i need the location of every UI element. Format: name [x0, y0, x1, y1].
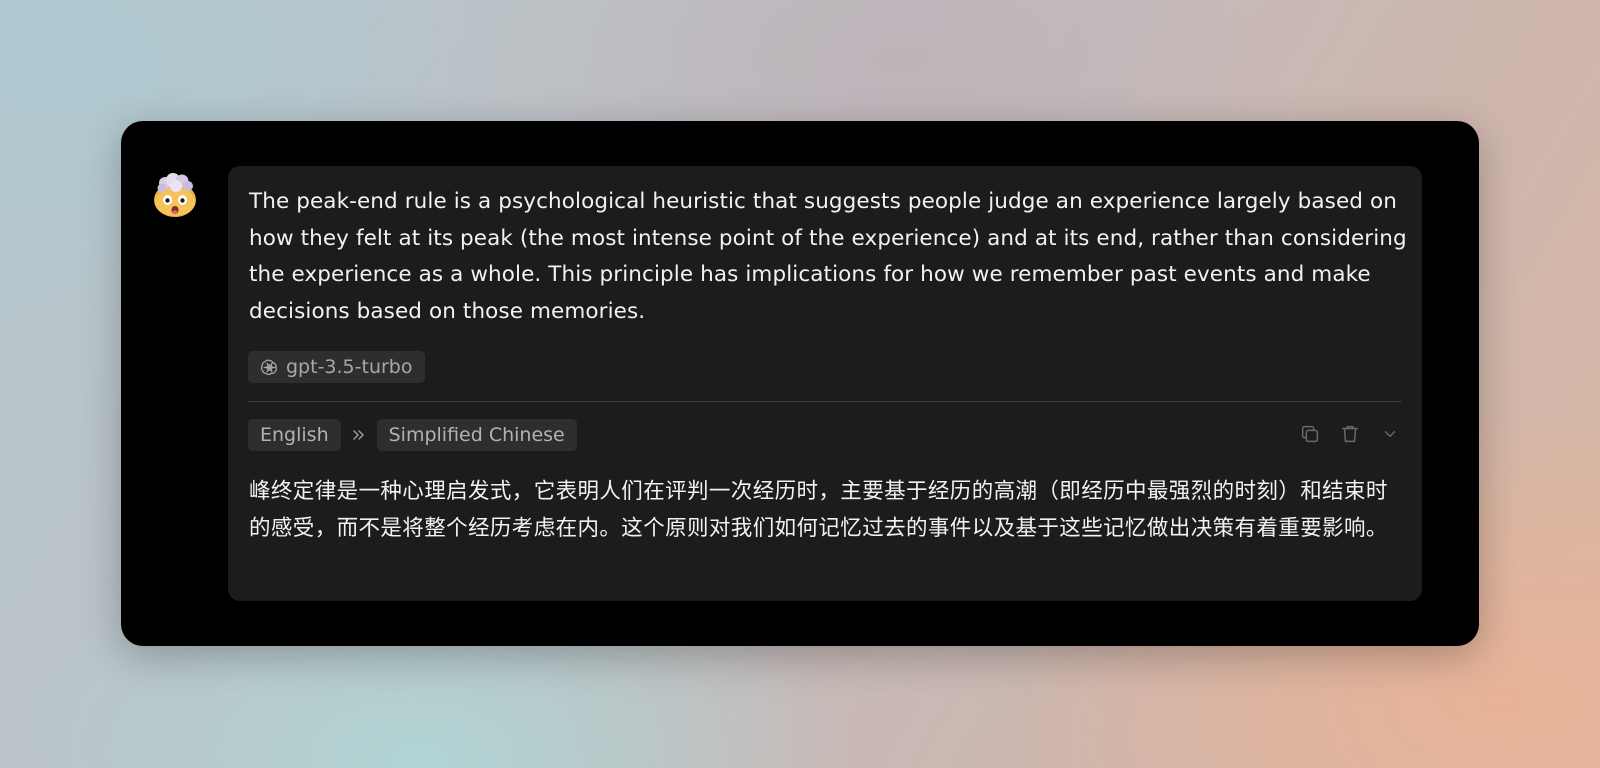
target-language-chip[interactable]: Simplified Chinese: [376, 419, 577, 451]
divider: [248, 401, 1402, 402]
source-language-chip[interactable]: English: [248, 419, 341, 451]
chevron-down-icon: [1384, 431, 1396, 437]
model-label: gpt-3.5-turbo: [286, 356, 413, 378]
expand-button[interactable]: [1378, 422, 1402, 446]
exploding-head-emoji-icon: [151, 170, 199, 218]
double-chevron-right-icon: [351, 427, 367, 443]
copy-button[interactable]: [1298, 422, 1322, 446]
delete-button[interactable]: [1338, 422, 1362, 446]
source-text: The peak-end rule is a psychological heu…: [249, 189, 1407, 324]
translated-text: 峰终定律是一种心理启发式，它表明人们在评判一次经历时，主要基于经历的高潮（即经历…: [249, 479, 1388, 541]
copy-icon: [1301, 425, 1319, 443]
chat-window: The peak-end rule is a psychological heu…: [121, 121, 1479, 646]
translation-actions: [1298, 422, 1402, 446]
language-selector: English Simplified Chinese: [248, 419, 577, 451]
model-badge[interactable]: gpt-3.5-turbo: [248, 351, 425, 383]
message-card: The peak-end rule is a psychological heu…: [228, 166, 1422, 601]
openai-logo-icon: [260, 358, 279, 377]
trash-icon: [1341, 425, 1359, 443]
